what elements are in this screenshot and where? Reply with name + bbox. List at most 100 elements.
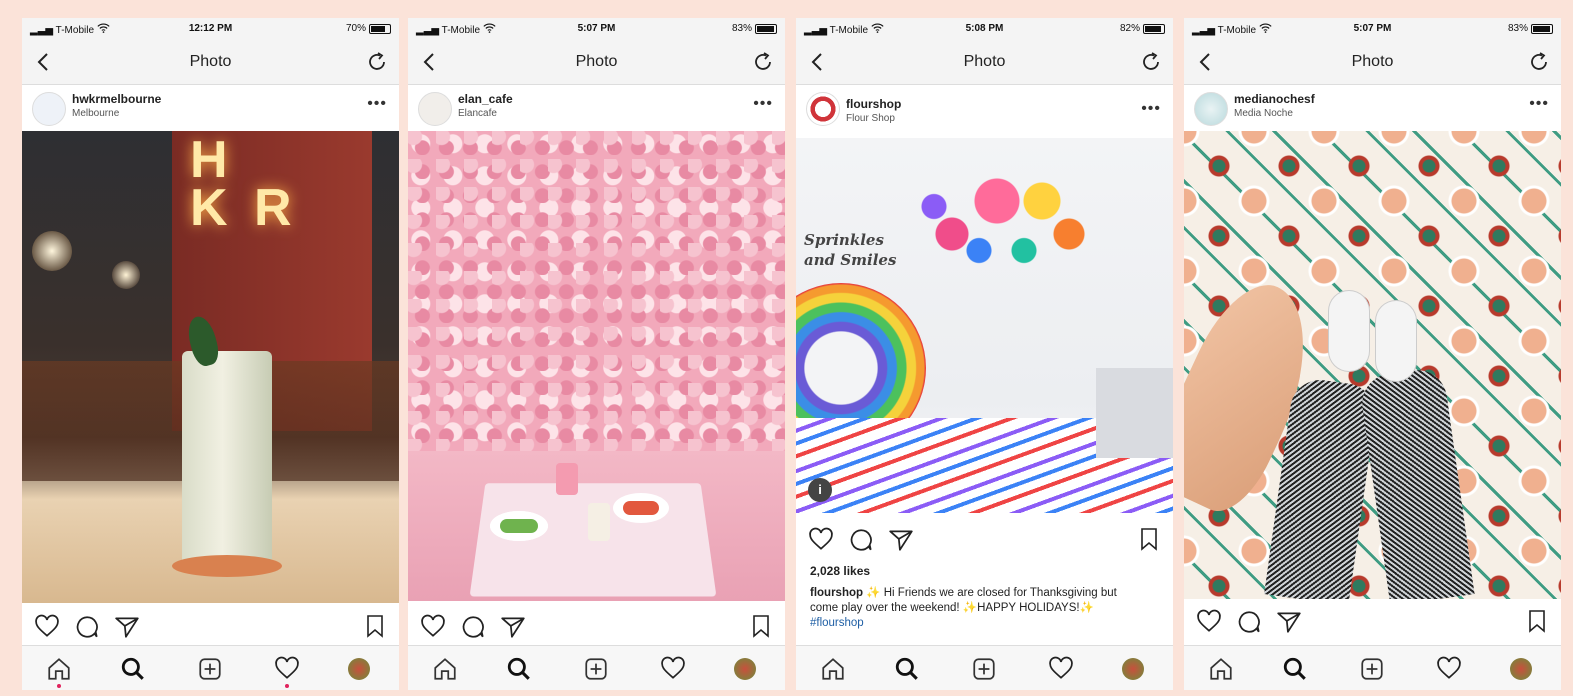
heart-icon[interactable] — [34, 614, 60, 640]
add-post-icon[interactable] — [1359, 656, 1385, 682]
comment-icon[interactable] — [74, 614, 100, 640]
status-bar: ▂▃▅ T-Mobile 5:07 PM 83% — [408, 18, 785, 40]
avatar[interactable] — [348, 658, 370, 680]
battery-percent: 82% — [1119, 23, 1140, 34]
heart-icon[interactable] — [1196, 609, 1222, 635]
nav-bar: Photo — [1184, 40, 1561, 85]
bookmark-icon[interactable] — [749, 614, 773, 638]
comment-icon[interactable] — [1236, 609, 1262, 635]
add-post-icon[interactable] — [971, 656, 997, 682]
more-dots-icon[interactable]: ••• — [1141, 100, 1161, 118]
phone-screen-1: ▂▃▅ T-Mobile 12:12 PM 70% Photo hwkrmelb… — [22, 18, 399, 690]
caption-username[interactable]: flourshop — [810, 587, 863, 599]
tab-bar — [796, 645, 1173, 690]
caption-hashtag[interactable]: #flourshop — [810, 617, 864, 629]
status-bar: ▂▃▅ T-Mobile 5:08 PM 82% — [796, 18, 1173, 40]
tab-bar — [408, 645, 785, 690]
refresh-icon[interactable] — [365, 50, 389, 74]
home-icon[interactable] — [1208, 656, 1234, 682]
post-username[interactable]: elan_cafe — [458, 92, 513, 106]
post-actions — [408, 608, 785, 644]
battery-percent: 83% — [731, 23, 752, 34]
phone-screen-3: ▂▃▅ T-Mobile 5:08 PM 82% Photo flourshop… — [796, 18, 1173, 690]
comment-icon[interactable] — [848, 527, 874, 553]
heart-icon[interactable] — [1436, 656, 1462, 682]
more-dots-icon[interactable]: ••• — [753, 95, 773, 113]
status-bar: ▂▃▅ T-Mobile 12:12 PM 70% — [22, 18, 399, 40]
add-post-icon[interactable] — [197, 656, 223, 682]
status-time: 5:07 PM — [577, 23, 616, 34]
avatar[interactable] — [734, 658, 756, 680]
refresh-icon[interactable] — [1527, 50, 1551, 74]
post-location[interactable]: Melbourne — [72, 108, 119, 119]
phone-screen-4: ▂▃▅ T-Mobile 5:07 PM 83% Photo medianoch… — [1184, 18, 1561, 690]
avatar[interactable] — [1194, 92, 1228, 126]
battery-percent: 83% — [1507, 23, 1528, 34]
battery-icon — [1143, 23, 1165, 34]
avatar[interactable] — [418, 92, 452, 126]
send-icon[interactable] — [114, 614, 140, 640]
home-icon[interactable] — [46, 656, 72, 682]
refresh-icon[interactable] — [1139, 50, 1163, 74]
post-header: elan_cafe Elancafe ••• — [408, 85, 785, 131]
info-icon[interactable]: i — [808, 478, 832, 502]
post-photo[interactable]: H K R — [22, 131, 399, 603]
like-count[interactable]: 2,028 likes — [810, 564, 870, 578]
post-actions — [796, 521, 1173, 557]
bookmark-icon[interactable] — [1137, 527, 1161, 551]
send-icon[interactable] — [500, 614, 526, 640]
nav-bar: Photo — [408, 40, 785, 85]
left-shoe — [1329, 291, 1369, 371]
status-time: 12:12 PM — [188, 23, 233, 34]
bookmark-icon[interactable] — [1525, 609, 1549, 633]
battery-icon — [755, 23, 777, 34]
status-time: 5:07 PM — [1353, 23, 1392, 34]
post-location[interactable]: Media Noche — [1234, 108, 1293, 119]
heart-icon[interactable] — [660, 656, 686, 682]
post-location[interactable]: Flour Shop — [846, 113, 895, 124]
comment-icon[interactable] — [460, 614, 486, 640]
refresh-icon[interactable] — [751, 50, 775, 74]
post-photo[interactable]: Sprinkles and Smiles i — [796, 138, 1173, 513]
heart-icon[interactable] — [808, 527, 834, 553]
avatar[interactable] — [1510, 658, 1532, 680]
page-title: Photo — [189, 53, 232, 70]
send-icon[interactable] — [888, 527, 914, 553]
page-title: Photo — [1351, 53, 1394, 70]
post-actions — [1184, 603, 1561, 639]
battery-percent: 70% — [345, 23, 366, 34]
battery-icon — [369, 23, 391, 34]
more-dots-icon[interactable]: ••• — [1529, 95, 1549, 113]
nav-bar: Photo — [796, 40, 1173, 85]
search-icon[interactable] — [1282, 656, 1308, 682]
more-dots-icon[interactable]: ••• — [367, 95, 387, 113]
tab-bar — [1184, 645, 1561, 690]
home-icon[interactable] — [820, 656, 846, 682]
heart-icon[interactable] — [274, 656, 300, 682]
post-photo[interactable] — [408, 131, 785, 601]
avatar[interactable] — [32, 92, 66, 126]
notification-dot — [285, 684, 289, 688]
post-header: flourshop Flour Shop ••• — [796, 85, 1173, 137]
avatar[interactable] — [806, 92, 840, 126]
right-shoe — [1376, 301, 1416, 381]
battery-icon — [1531, 23, 1553, 34]
bookmark-icon[interactable] — [363, 614, 387, 638]
post-username[interactable]: medianochesf — [1234, 92, 1315, 106]
post-location[interactable]: Elancafe — [458, 108, 497, 119]
heart-icon[interactable] — [1048, 656, 1074, 682]
avatar[interactable] — [1122, 658, 1144, 680]
post-photo[interactable] — [1184, 131, 1561, 599]
send-icon[interactable] — [1276, 609, 1302, 635]
add-post-icon[interactable] — [583, 656, 609, 682]
heart-icon[interactable] — [420, 614, 446, 640]
search-icon[interactable] — [894, 656, 920, 682]
search-icon[interactable] — [120, 656, 146, 682]
home-icon[interactable] — [432, 656, 458, 682]
search-icon[interactable] — [506, 656, 532, 682]
phone-screen-2: ▂▃▅ T-Mobile 5:07 PM 83% Photo elan_cafe… — [408, 18, 785, 690]
post-caption: flourshop ✨ Hi Friends we are closed for… — [810, 586, 1123, 631]
post-username[interactable]: flourshop — [846, 97, 901, 111]
tab-bar — [22, 645, 399, 690]
post-username[interactable]: hwkrmelbourne — [72, 92, 161, 106]
